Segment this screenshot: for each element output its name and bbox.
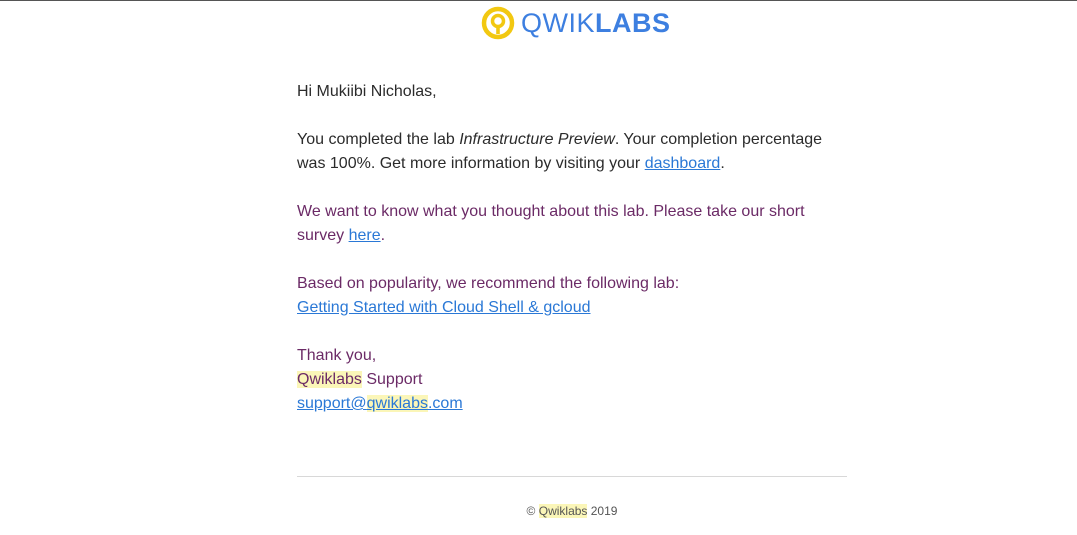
recommendation-paragraph: Based on popularity, we recommend the fo… xyxy=(297,272,847,320)
logo-wordmark-light: QWIK xyxy=(521,8,595,38)
copyright-symbol: © xyxy=(526,504,539,518)
logo-wordmark: QWIKLABS xyxy=(521,5,671,41)
survey-paragraph: We want to know what you thought about t… xyxy=(297,200,847,248)
recommended-lab-link[interactable]: Getting Started with Cloud Shell & gclou… xyxy=(297,299,591,316)
completion-paragraph: You completed the lab Infrastructure Pre… xyxy=(297,128,847,176)
recommendation-intro: Based on popularity, we recommend the fo… xyxy=(297,275,680,292)
completion-suffix: . xyxy=(720,155,725,172)
signoff-paragraph: Thank you, Qwiklabs Support support@qwikla… xyxy=(297,344,847,416)
greeting: Hi Mukiibi Nicholas, xyxy=(297,83,437,100)
footer-year: 2019 xyxy=(587,504,618,518)
footer: © Qwiklabs 2019 xyxy=(297,502,847,520)
signoff-thanks: Thank you, xyxy=(297,347,377,364)
support-email-prefix: support@ xyxy=(297,395,367,412)
team-name-rest: Support xyxy=(361,371,423,388)
team-name-highlight: Qwiklabs xyxy=(297,371,362,388)
survey-link[interactable]: here xyxy=(349,227,381,244)
completion-prefix: You completed the lab xyxy=(297,131,460,148)
support-email-highlight: qwiklabs xyxy=(366,395,428,412)
email-body: Hi Mukiibi Nicholas, You completed the l… xyxy=(297,80,847,440)
survey-suffix: . xyxy=(380,227,386,244)
lab-name: Infrastructure Preview xyxy=(459,131,615,148)
support-email-suffix: .com xyxy=(427,395,463,412)
dashboard-link[interactable]: dashboard xyxy=(645,155,721,172)
footer-company: Qwiklabs xyxy=(538,504,588,518)
top-border xyxy=(0,0,1077,1)
qwiklabs-logo-icon xyxy=(481,6,515,40)
qwiklabs-logo[interactable]: QWIKLABS xyxy=(481,5,671,41)
footer-divider xyxy=(297,476,847,477)
logo-wordmark-bold: LABS xyxy=(595,8,671,38)
support-email-link[interactable]: support@qwiklabs.com xyxy=(297,395,463,412)
